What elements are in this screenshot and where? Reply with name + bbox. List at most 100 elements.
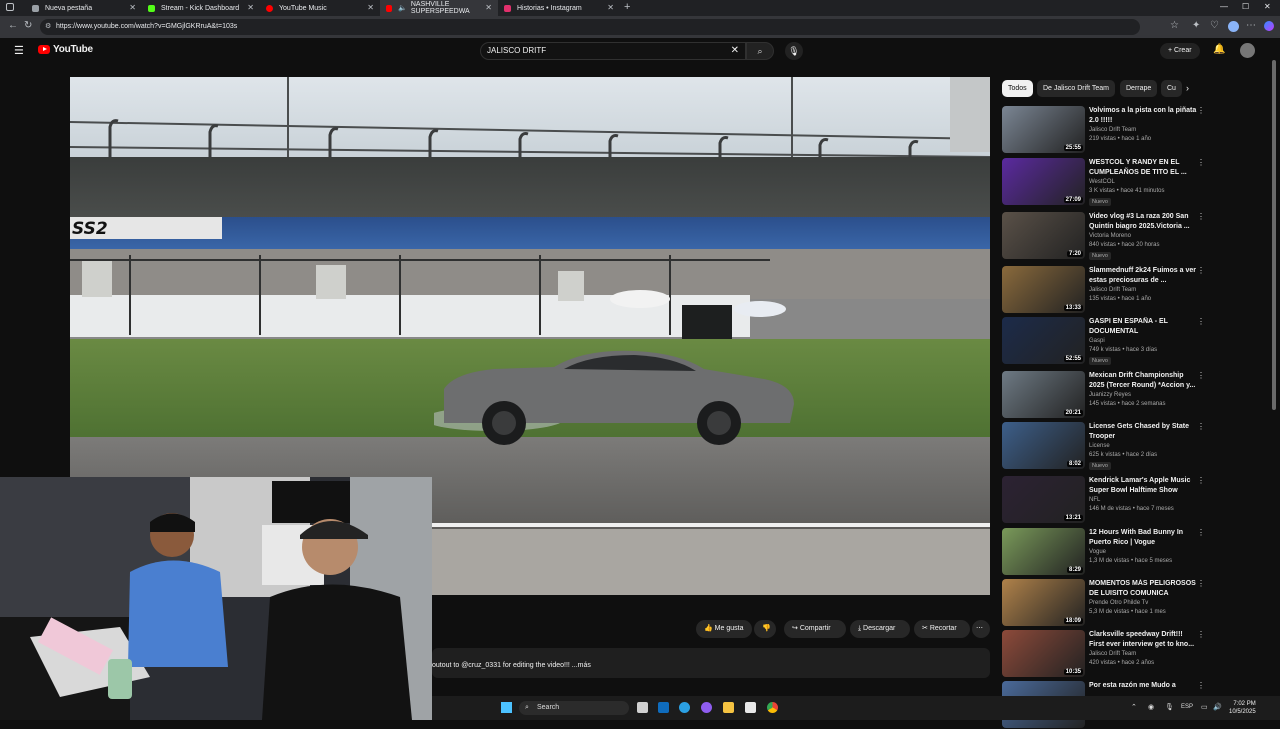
browser-tab-youtube-music[interactable]: YouTube Music ✕ — [260, 0, 380, 16]
video-options-icon[interactable]: ⋮ — [1197, 371, 1205, 380]
video-title[interactable]: Clarksville speedway Drift!!! First ever… — [1089, 630, 1197, 650]
video-options-icon[interactable]: ⋮ — [1197, 579, 1205, 588]
chip-de-jalisco-drift-team[interactable]: De Jalisco Drift Team — [1037, 80, 1116, 97]
search-button[interactable]: ⌕ — [746, 42, 774, 60]
video-thumbnail[interactable]: 13:33 — [1002, 266, 1085, 313]
video-title[interactable]: Kendrick Lamar's Apple Music Super Bowl … — [1089, 476, 1197, 496]
video-options-icon[interactable]: ⋮ — [1197, 106, 1205, 115]
video-options-icon[interactable]: ⋮ — [1197, 476, 1205, 485]
taskbar-search-box[interactable]: ⌕ Search — [519, 701, 629, 715]
recommended-video[interactable]: 13:33 Slammednuff 2k24 Fuimos a ver estas… — [1002, 266, 1205, 314]
browser-tab-nashville[interactable]: 🔈 NASHVILLE SUPERSPEEDWA ✕ — [380, 0, 498, 16]
hamburger-menu-icon[interactable]: ☰ — [14, 44, 24, 57]
video-thumbnail[interactable]: 52:55 — [1002, 317, 1085, 364]
channel-name[interactable]: Gaspi — [1089, 338, 1105, 344]
video-title[interactable]: Slammednuff 2k24 Fuimos a ver estas prec… — [1089, 266, 1197, 286]
video-thumbnail[interactable]: 10:35 — [1002, 630, 1085, 677]
video-title[interactable]: WESTCOL Y RANDY EN EL CUMPLEAÑOS DE TITO… — [1089, 158, 1197, 178]
video-title[interactable]: Por esta razón me Mudo a — [1089, 681, 1197, 691]
outlook-icon[interactable] — [658, 702, 669, 713]
channel-name[interactable]: Prende Otro Philde Tv — [1089, 600, 1148, 606]
video-options-icon[interactable]: ⋮ — [1197, 528, 1205, 537]
youtube-logo[interactable]: YouTube — [38, 44, 93, 55]
chrome-icon[interactable] — [767, 702, 778, 713]
tray-volume-icon[interactable]: 🔊 — [1213, 703, 1222, 711]
favorites-icon[interactable]: ♡ — [1210, 20, 1219, 31]
browser-tab-kick[interactable]: Stream - Kick Dashboard ✕ — [142, 0, 260, 16]
close-tab-icon[interactable]: ✕ — [247, 3, 254, 12]
back-icon[interactable]: ← — [8, 20, 18, 31]
tray-language[interactable]: ESP — [1181, 704, 1193, 710]
video-thumbnail[interactable]: 25:55 — [1002, 106, 1085, 153]
copilot-taskbar-icon[interactable] — [701, 702, 712, 713]
voice-search-button[interactable]: 🎙 — [785, 42, 803, 60]
video-thumbnail[interactable]: 8:29 — [1002, 528, 1085, 575]
more-actions-button[interactable]: ⋯ — [972, 620, 990, 638]
recommended-video[interactable]: 8:02 License Gets Chased by State Trooper… — [1002, 422, 1205, 470]
clear-search-icon[interactable]: ✕ — [731, 43, 739, 59]
copilot-icon[interactable] — [1264, 21, 1274, 31]
windows-start-icon[interactable] — [501, 702, 512, 713]
tab-search-icon[interactable] — [6, 3, 14, 11]
video-title[interactable]: MOMENTOS MÁS PELIGROSOS DE LUISITO COMUN… — [1089, 579, 1197, 599]
search-input[interactable]: JALISCO DRITF ✕ — [480, 42, 746, 60]
account-avatar[interactable] — [1240, 43, 1255, 58]
video-options-icon[interactable]: ⋮ — [1197, 158, 1205, 167]
site-info-icon[interactable]: ⚙ — [45, 19, 51, 35]
recommended-video[interactable]: 7:20 Video vlog #3 La raza 200 San Quintí… — [1002, 212, 1205, 260]
maximize-icon[interactable]: ☐ — [1242, 2, 1249, 11]
video-thumbnail[interactable]: 20:21 — [1002, 371, 1085, 418]
clip-button[interactable]: ✂ Recortar — [914, 620, 970, 638]
browser-menu-icon[interactable]: ⋯ — [1246, 20, 1256, 31]
video-options-icon[interactable]: ⋮ — [1197, 681, 1205, 690]
tray-network-icon[interactable]: ▭ — [1201, 703, 1208, 711]
video-options-icon[interactable]: ⋮ — [1197, 317, 1205, 326]
tray-chevron-icon[interactable]: ⌃ — [1131, 703, 1137, 711]
close-tab-icon[interactable]: ✕ — [607, 3, 614, 12]
video-thumbnail[interactable]: 27:09 — [1002, 158, 1085, 205]
video-thumbnail[interactable]: 8:02 — [1002, 422, 1085, 469]
new-tab-icon[interactable]: + — [624, 1, 630, 13]
recommended-video[interactable]: 18:09 MOMENTOS MÁS PELIGROSOS DE LUISITO … — [1002, 579, 1205, 627]
channel-name[interactable]: License — [1089, 443, 1110, 449]
channel-name[interactable]: Vogue — [1089, 549, 1106, 555]
recommended-video[interactable]: 8:29 12 Hours With Bad Bunny In Puerto Ri… — [1002, 528, 1205, 576]
video-title[interactable]: Volvimos a la pista con la piñata 2.0 !!… — [1089, 106, 1197, 126]
profile-avatar[interactable] — [1228, 21, 1239, 32]
browser-tab-instagram[interactable]: Historias • Instagram ✕ — [498, 0, 620, 16]
task-view-icon[interactable] — [637, 702, 648, 713]
channel-name[interactable]: Jalisco Drift Team — [1089, 127, 1136, 133]
edge-icon[interactable] — [679, 702, 690, 713]
channel-name[interactable]: Jalisco Drift Team — [1089, 287, 1136, 293]
like-button[interactable]: 👍 Me gusta — [696, 620, 752, 638]
video-title[interactable]: GASPI EN ESPAÑA - EL DOCUMENTAL — [1089, 317, 1197, 337]
close-window-icon[interactable]: ✕ — [1264, 2, 1271, 11]
store-icon[interactable] — [745, 702, 756, 713]
channel-name[interactable]: NFL — [1089, 497, 1100, 503]
chip-cu[interactable]: Cu — [1161, 80, 1182, 97]
minimize-icon[interactable]: — — [1220, 2, 1228, 11]
extensions-icon[interactable]: ✦ — [1192, 20, 1200, 31]
chip-todos[interactable]: Todos — [1002, 80, 1033, 97]
video-title[interactable]: Video vlog #3 La raza 200 San Quintín bi… — [1089, 212, 1197, 232]
recommended-video[interactable]: 20:21 Mexican Drift Championship 2025 (Te… — [1002, 371, 1205, 419]
dislike-button[interactable]: 👎 — [754, 620, 776, 638]
video-thumbnail[interactable]: 13:21 — [1002, 476, 1085, 523]
chips-next-chevron-icon[interactable]: › — [1186, 83, 1189, 93]
video-title[interactable]: 12 Hours With Bad Bunny In Puerto Rico |… — [1089, 528, 1197, 548]
video-options-icon[interactable]: ⋮ — [1197, 212, 1205, 221]
recommended-video[interactable]: 27:09 WESTCOL Y RANDY EN EL CUMPLEAÑOS DE… — [1002, 158, 1205, 206]
video-title[interactable]: License Gets Chased by State Trooper — [1089, 422, 1197, 442]
chip-derrape[interactable]: Derrape — [1120, 80, 1158, 97]
channel-name[interactable]: Jalisco Drift Team — [1089, 651, 1136, 657]
video-description[interactable]: outout to @cruz_0331 for editing the vid… — [432, 648, 990, 678]
video-thumbnail[interactable]: 18:09 — [1002, 579, 1085, 626]
close-tab-icon[interactable]: ✕ — [367, 3, 374, 12]
video-options-icon[interactable]: ⋮ — [1197, 630, 1205, 639]
channel-name[interactable]: WestCOL — [1089, 179, 1115, 185]
share-button[interactable]: ↪ Compartir — [784, 620, 846, 638]
tray-mic-icon[interactable]: 🎙 — [1165, 703, 1174, 711]
close-tab-icon[interactable]: ✕ — [485, 3, 492, 12]
taskbar-clock[interactable]: 7:02 PM 10/5/2025 — [1229, 700, 1256, 716]
create-button[interactable]: + Crear — [1160, 43, 1200, 59]
